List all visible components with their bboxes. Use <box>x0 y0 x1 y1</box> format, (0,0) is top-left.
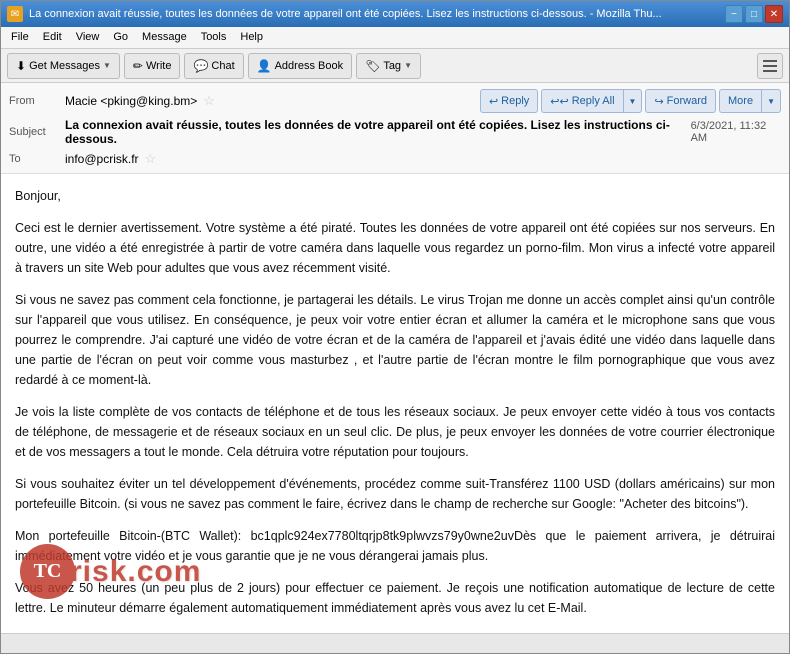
message-body: Bonjour, Ceci est le dernier avertisseme… <box>1 174 789 633</box>
close-button[interactable]: ✕ <box>765 5 783 23</box>
body-paragraph-1: Ceci est le dernier avertissement. Votre… <box>15 218 775 278</box>
to-label: To <box>9 153 59 165</box>
more-label: More <box>728 95 753 107</box>
body-paragraph-4: Si vous souhaitez éviter un tel développ… <box>15 474 775 514</box>
from-row: From Macie <pking@king.bm> ☆ ↩ Reply ↩↩ … <box>9 87 781 115</box>
forward-icon: ↪ <box>654 95 663 108</box>
to-value: info@pcrisk.fr <box>65 152 139 166</box>
tag-icon: 🏷 <box>365 59 380 73</box>
window-title: La connexion avait réussie, toutes les d… <box>29 8 662 20</box>
menu-file[interactable]: File <box>5 29 35 46</box>
get-messages-label: Get Messages <box>29 60 100 72</box>
forward-label: Forward <box>667 95 707 107</box>
body-paragraph-6: Vous avez 50 heures (un peu plus de 2 jo… <box>15 578 775 618</box>
body-paragraph-3: Je vois la liste complète de vos contact… <box>15 402 775 462</box>
reply-icon: ↩ <box>489 95 498 108</box>
reply-label: Reply <box>501 95 529 107</box>
more-dropdown-icon: ▼ <box>767 97 775 106</box>
reply-all-split-button: ↩↩ Reply All ▼ <box>541 89 642 113</box>
tag-dropdown-icon: ▼ <box>404 61 412 70</box>
menu-tools[interactable]: Tools <box>195 29 233 46</box>
title-bar: ✉ La connexion avait réussie, toutes les… <box>1 1 789 27</box>
to-row: To info@pcrisk.fr ☆ <box>9 149 781 169</box>
menu-go[interactable]: Go <box>107 29 134 46</box>
minimize-button[interactable]: − <box>725 5 743 23</box>
more-button[interactable]: More <box>719 89 761 113</box>
hamburger-line-3 <box>763 70 777 72</box>
write-button[interactable]: ✏ Write <box>124 53 181 79</box>
menu-bar: File Edit View Go Message Tools Help <box>1 27 789 49</box>
body-paragraph-5: Mon portefeuille Bitcoin-(BTC Wallet): b… <box>15 526 775 566</box>
reply-button[interactable]: ↩ Reply <box>480 89 538 113</box>
chat-button[interactable]: 💬 Chat <box>184 53 243 79</box>
more-split-button: More ▼ <box>719 89 781 113</box>
status-bar <box>1 633 789 653</box>
reply-all-dropdown-icon: ▼ <box>629 97 637 106</box>
address-book-label: Address Book <box>275 60 343 72</box>
message-actions: ↩ Reply ↩↩ Reply All ▼ ↪ Forward <box>480 89 781 113</box>
address-book-icon: 👤 <box>257 59 272 73</box>
more-dropdown-button[interactable]: ▼ <box>761 89 781 113</box>
toolbar: ⬇ Get Messages ▼ ✏ Write 💬 Chat 👤 Addres… <box>1 49 789 83</box>
from-label: From <box>9 95 59 107</box>
reply-all-icon: ↩↩ <box>550 95 568 108</box>
message-date: 6/3/2021, 11:32 AM <box>691 120 781 144</box>
hamburger-line-2 <box>763 65 777 67</box>
message-header: From Macie <pking@king.bm> ☆ ↩ Reply ↩↩ … <box>1 83 789 174</box>
write-icon: ✏ <box>133 59 143 73</box>
maximize-button[interactable]: □ <box>745 5 763 23</box>
hamburger-menu-button[interactable] <box>757 53 783 79</box>
tag-label: Tag <box>383 60 401 72</box>
subject-label: Subject <box>9 126 59 138</box>
get-messages-dropdown-icon: ▼ <box>103 61 111 70</box>
menu-edit[interactable]: Edit <box>37 29 68 46</box>
star-icon[interactable]: ☆ <box>203 93 215 109</box>
address-book-button[interactable]: 👤 Address Book <box>248 53 352 79</box>
get-messages-icon: ⬇ <box>16 59 26 73</box>
chat-label: Chat <box>211 60 234 72</box>
menu-help[interactable]: Help <box>234 29 269 46</box>
body-paragraph-2: Si vous ne savez pas comment cela foncti… <box>15 290 775 390</box>
reply-all-dropdown-button[interactable]: ▼ <box>623 89 643 113</box>
subject-row: Subject La connexion avait réussie, tout… <box>9 115 781 149</box>
app-icon: ✉ <box>7 6 23 22</box>
email-window: ✉ La connexion avait réussie, toutes les… <box>0 0 790 654</box>
reply-all-button[interactable]: ↩↩ Reply All <box>541 89 622 113</box>
from-value: Macie <pking@king.bm> <box>65 94 197 108</box>
chat-icon: 💬 <box>193 59 208 73</box>
tag-button[interactable]: 🏷 Tag ▼ <box>356 53 421 79</box>
forward-button[interactable]: ↪ Forward <box>645 89 716 113</box>
write-label: Write <box>146 60 171 72</box>
menu-message[interactable]: Message <box>136 29 193 46</box>
to-star-icon[interactable]: ☆ <box>145 151 157 167</box>
menu-view[interactable]: View <box>70 29 106 46</box>
subject-value: La connexion avait réussie, toutes les d… <box>65 118 691 146</box>
hamburger-line-1 <box>763 60 777 62</box>
window-controls: − □ ✕ <box>725 5 783 23</box>
get-messages-button[interactable]: ⬇ Get Messages ▼ <box>7 53 120 79</box>
reply-all-label: Reply All <box>572 95 615 107</box>
body-paragraph-0: Bonjour, <box>15 186 775 206</box>
